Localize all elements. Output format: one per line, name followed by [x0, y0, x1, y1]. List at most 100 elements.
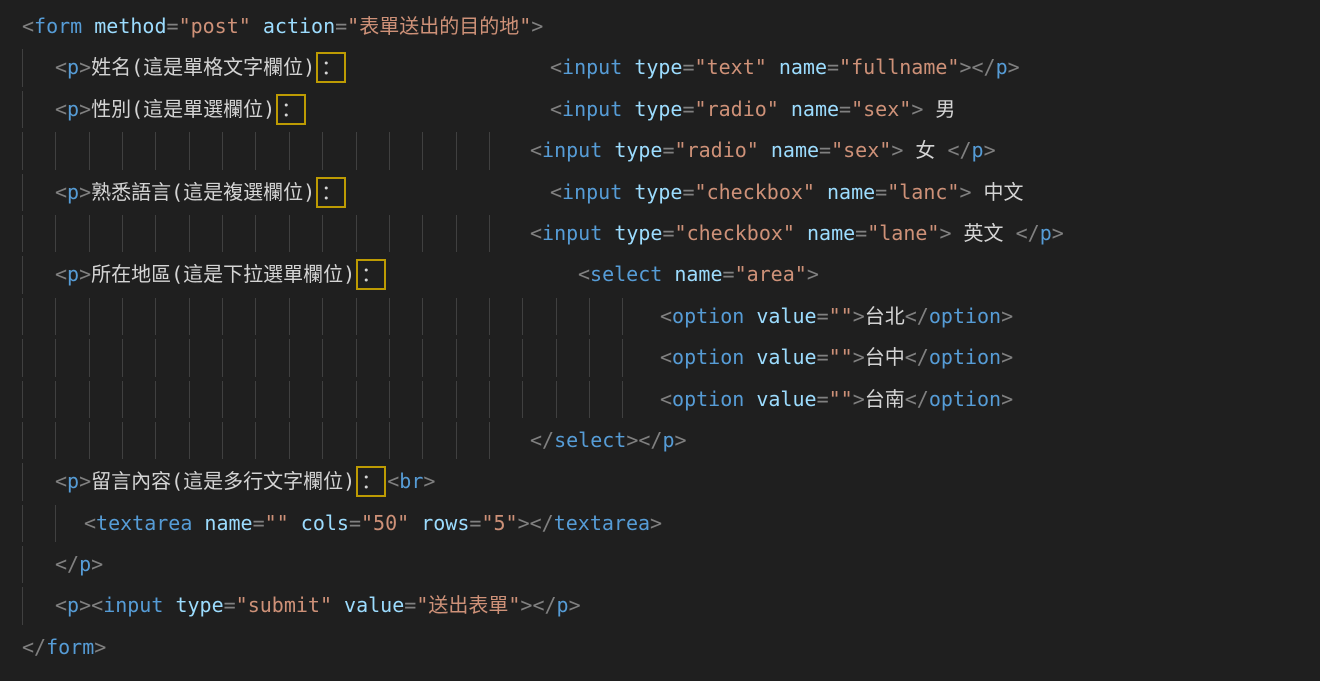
code-line-5: <p>熟悉語言(這是複選欄位)：<input type="checkbox" n… — [0, 172, 1320, 213]
token-str: "" — [829, 304, 853, 328]
token-str: "post" — [179, 14, 251, 38]
indent-guide — [356, 381, 357, 418]
token-pun: > — [520, 593, 532, 617]
indent-guide — [322, 422, 323, 459]
indent-guide — [22, 463, 23, 500]
indent-guide — [222, 422, 223, 459]
code-segment: </p> — [55, 544, 103, 585]
indent-guide — [556, 381, 557, 418]
indent-guide — [55, 339, 56, 376]
token-sp — [192, 511, 204, 535]
indent-guide — [222, 215, 223, 252]
indent-guide — [22, 174, 23, 211]
indent-guide — [589, 339, 590, 376]
indent-guide — [589, 298, 590, 335]
indent-guide — [456, 381, 457, 418]
code-line-16: </form> — [0, 627, 1320, 668]
indent-guide — [356, 422, 357, 459]
indent-guide — [189, 298, 190, 335]
token-pun: < — [578, 262, 590, 286]
token-str: "" — [265, 511, 289, 535]
indent-guide — [356, 132, 357, 169]
token-attr: type — [614, 138, 662, 162]
code-segment: <form method="post" action="表單送出的目的地"> — [22, 6, 543, 47]
token-txt: 留言內容(這是多行文字欄位) — [91, 469, 355, 493]
token-str: "text" — [695, 55, 767, 79]
indent-guide — [122, 339, 123, 376]
token-pun: = — [839, 97, 851, 121]
indent-guide — [22, 215, 23, 252]
token-sp — [779, 97, 791, 121]
token-pun: = — [404, 593, 416, 617]
code-editor[interactable]: <form method="post" action="表單送出的目的地"><p… — [0, 0, 1320, 681]
token-attr: name — [674, 262, 722, 286]
indent-guide — [22, 505, 23, 542]
indent-guide — [155, 132, 156, 169]
token-txt: 台北 — [865, 304, 905, 328]
indent-guide — [422, 132, 423, 169]
token-pun: < — [550, 180, 562, 204]
code-line-8: <option value="">台北</option> — [0, 296, 1320, 337]
token-pun: < — [91, 593, 103, 617]
indent-guide — [556, 298, 557, 335]
code-segment: </select></p> — [530, 420, 687, 461]
token-pun: = — [817, 387, 829, 411]
indent-guide — [222, 381, 223, 418]
token-tag: p — [557, 593, 569, 617]
token-pun: > — [94, 635, 106, 659]
indent-guide — [55, 422, 56, 459]
code-segment: <option value="">台中</option> — [660, 337, 1013, 378]
token-txt: 台中 — [865, 345, 905, 369]
token-tag: p — [79, 552, 91, 576]
indent-guide — [89, 381, 90, 418]
token-sp — [744, 345, 756, 369]
token-pun: > — [1001, 345, 1013, 369]
indent-guide — [22, 298, 23, 335]
token-pun: < — [55, 593, 67, 617]
indent-guide — [422, 215, 423, 252]
token-pun: > — [569, 593, 581, 617]
indent-guide — [122, 132, 123, 169]
indent-guide — [155, 339, 156, 376]
token-pun: > — [853, 345, 865, 369]
token-pun: < — [22, 14, 34, 38]
indent-guide — [89, 339, 90, 376]
token-pun: > — [984, 138, 996, 162]
token-pun: > — [79, 97, 91, 121]
indent-guide — [189, 339, 190, 376]
indent-guide — [389, 215, 390, 252]
token-pun: </ — [638, 428, 662, 452]
token-txt: 熟悉語言(這是複選欄位) — [91, 180, 315, 204]
indent-guide — [589, 381, 590, 418]
unicode-highlight-colon: ： — [356, 466, 386, 497]
indent-guide — [255, 381, 256, 418]
token-sp — [163, 593, 175, 617]
indent-guide — [89, 215, 90, 252]
token-str: "checkbox" — [675, 221, 795, 245]
code-line-4: <input type="radio" name="sex"> 女 </p> — [0, 130, 1320, 171]
token-pun: < — [660, 345, 672, 369]
token-pun: = — [253, 511, 265, 535]
token-tag: option — [672, 304, 744, 328]
token-tag: option — [929, 345, 1001, 369]
indent-guide — [489, 132, 490, 169]
token-tag: form — [46, 635, 94, 659]
unicode-highlight-colon: ： — [316, 52, 346, 83]
token-pun: = — [224, 593, 236, 617]
token-attr: type — [614, 221, 662, 245]
indent-guide — [255, 298, 256, 335]
code-line-12: <p>留言內容(這是多行文字欄位)：<br> — [0, 461, 1320, 502]
token-txt: 所在地區(這是下拉選單欄位) — [91, 262, 355, 286]
indent-guide — [489, 298, 490, 335]
token-str: "sex" — [851, 97, 911, 121]
indent-guide — [489, 422, 490, 459]
token-tag: option — [929, 387, 1001, 411]
token-attr: type — [175, 593, 223, 617]
indent-guide — [55, 215, 56, 252]
token-pun: > — [1052, 221, 1064, 245]
token-pun: > — [675, 428, 687, 452]
token-str: "" — [829, 345, 853, 369]
token-sp — [622, 180, 634, 204]
token-attr: type — [634, 55, 682, 79]
indent-guide — [255, 215, 256, 252]
